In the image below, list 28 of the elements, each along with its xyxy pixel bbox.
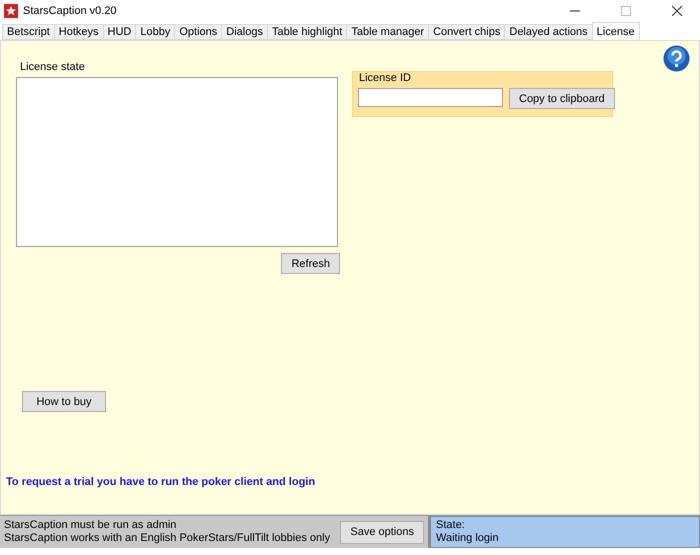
license-state-field[interactable]	[16, 77, 338, 247]
status-message: StarsCaption works with an English PokerStars/FullTilt lobbies only	[4, 532, 332, 545]
license-state-label: License state	[20, 61, 86, 73]
tab[interactable]: License	[592, 22, 640, 40]
window-title: StarsCaption v0.20	[23, 5, 118, 17]
tab[interactable]: Table manager	[346, 24, 430, 40]
tab[interactable]: Convert chips	[428, 24, 506, 40]
help-icon[interactable]	[663, 45, 690, 72]
refresh-button[interactable]: Refresh	[281, 253, 340, 274]
tab[interactable]: Lobby	[135, 24, 176, 40]
tab[interactable]: Betscript	[2, 24, 55, 40]
tab[interactable]: Options	[174, 24, 222, 40]
license-id-field[interactable]	[358, 88, 503, 107]
tab[interactable]: Table highlight	[266, 24, 348, 40]
tab[interactable]: HUD	[102, 24, 136, 40]
how-to-buy-button[interactable]: How to buy	[22, 391, 106, 412]
app-logo-icon	[4, 4, 18, 18]
license-id-label: License ID	[358, 72, 412, 85]
tab[interactable]: Dialogs	[221, 24, 268, 40]
status-message: StarsCaption must be run as admin	[4, 519, 178, 532]
trial-note: To request a trial you have to run the poker client and login	[6, 476, 316, 488]
copy-button[interactable]: Copy to clipboard	[509, 88, 615, 109]
close-icon[interactable]	[672, 6, 682, 16]
save-options-button[interactable]: Save options	[340, 520, 424, 544]
state-label: State:	[436, 519, 466, 532]
tab[interactable]: Hotkeys	[54, 24, 104, 40]
tab[interactable]: Delayed actions	[504, 24, 593, 40]
state-value: Waiting login	[436, 532, 500, 545]
